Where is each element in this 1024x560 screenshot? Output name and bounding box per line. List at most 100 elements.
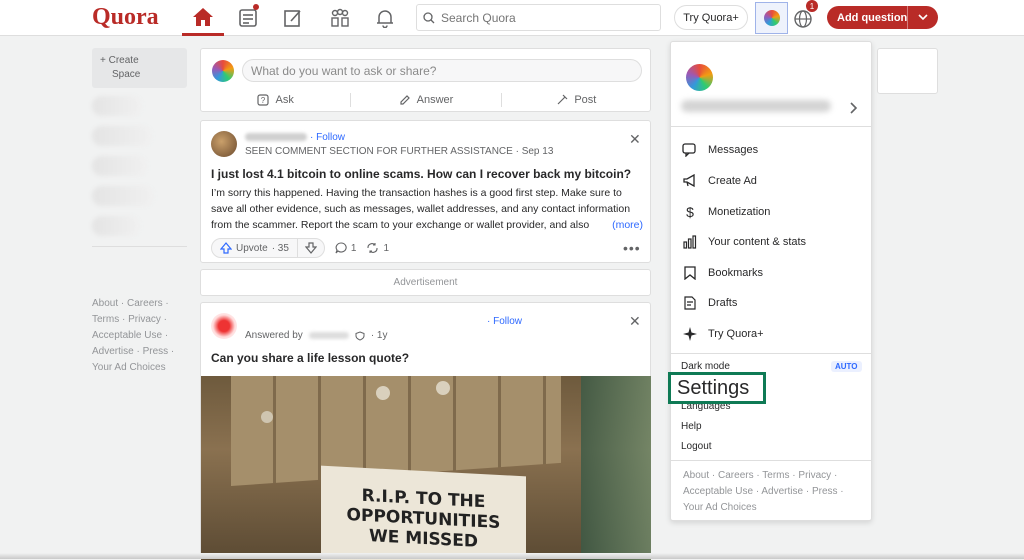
footer-link-line[interactable]: Advertise · Press · bbox=[92, 344, 174, 360]
search-icon bbox=[423, 11, 435, 23]
answered-row: Answered by · 1y bbox=[245, 330, 387, 341]
close-icon[interactable]: ✕ bbox=[629, 131, 641, 148]
create-space-button[interactable]: + Create Space bbox=[92, 48, 187, 88]
space-item-blurred[interactable] bbox=[92, 216, 140, 236]
post-meta: SEEN COMMENT SECTION FOR FURTHER ASSISTA… bbox=[245, 146, 554, 157]
footer-link-line[interactable]: About · Careers · bbox=[92, 296, 174, 312]
add-question-button[interactable]: Add question bbox=[827, 6, 938, 29]
footer-link-line[interactable]: About · Careers · Terms · Privacy · bbox=[683, 468, 863, 484]
post-actions: Upvote · 35 1 1 bbox=[211, 238, 389, 258]
close-icon[interactable]: ✕ bbox=[629, 313, 641, 330]
answer-body[interactable]: I’m sorry this happened. Having the tran… bbox=[211, 185, 643, 233]
nav-answer-icon[interactable] bbox=[272, 0, 314, 36]
sparkle-icon bbox=[682, 326, 698, 342]
profile-avatar[interactable] bbox=[686, 64, 713, 91]
search-input[interactable] bbox=[441, 10, 641, 25]
bottom-edge-shadow bbox=[0, 553, 1024, 559]
menu-item-logout[interactable]: Logout bbox=[681, 441, 712, 452]
footer-link-line[interactable]: Acceptable Use · bbox=[92, 328, 174, 344]
menu-item-label: Create Ad bbox=[708, 175, 757, 187]
menu-item-monetization[interactable]: $ Monetization bbox=[671, 198, 873, 226]
answer-time: · 1y bbox=[370, 330, 388, 341]
space-item-blurred[interactable] bbox=[92, 126, 152, 146]
space-item-blurred[interactable] bbox=[92, 186, 154, 206]
question-title[interactable]: I just lost 4.1 bitcoin to online scams.… bbox=[211, 167, 631, 181]
notification-dot bbox=[253, 4, 259, 10]
answer-button[interactable]: Answer bbox=[350, 93, 502, 107]
question-title[interactable]: Can you share a life lesson quote? bbox=[211, 351, 409, 365]
author-name-blurred[interactable] bbox=[245, 133, 307, 141]
quora-logo[interactable]: Quora bbox=[92, 4, 159, 31]
comment-button[interactable]: 1 bbox=[335, 242, 357, 254]
menu-item-label: Bookmarks bbox=[708, 267, 764, 279]
answered-by-label: Answered by bbox=[245, 330, 303, 341]
create-space-line2: Space bbox=[112, 69, 141, 80]
space-item-blurred[interactable] bbox=[92, 96, 142, 116]
post-label: Post bbox=[574, 94, 597, 106]
nav-following-icon[interactable] bbox=[227, 0, 269, 36]
comment-icon bbox=[335, 242, 347, 254]
try-quora-plus-button[interactable]: Try Quora+ bbox=[674, 5, 748, 30]
author-row: · Follow bbox=[245, 131, 345, 143]
menu-item-try-quora-plus[interactable]: Try Quora+ bbox=[671, 320, 873, 348]
feed-post-card: Answered by · 1y · Follow ✕ Can you shar… bbox=[200, 302, 651, 560]
button-divider bbox=[907, 6, 908, 29]
more-link[interactable]: (more) bbox=[612, 217, 643, 233]
answerer-name-blurred[interactable] bbox=[308, 332, 349, 339]
comment-count: 1 bbox=[350, 242, 357, 254]
downvote-arrow-icon bbox=[304, 242, 317, 254]
menu-divider bbox=[671, 353, 871, 354]
footer-link-line[interactable]: Your Ad Choices bbox=[92, 360, 174, 376]
credential-shield-icon bbox=[355, 330, 365, 341]
search-bar[interactable] bbox=[416, 4, 661, 31]
space-item-blurred[interactable] bbox=[92, 156, 147, 176]
answer-line: from the scammer. Report the scam to you… bbox=[211, 219, 590, 231]
menu-item-bookmarks[interactable]: Bookmarks bbox=[671, 259, 873, 287]
footer-link-line[interactable]: Acceptable Use · Advertise · Press · bbox=[683, 484, 863, 500]
profile-avatar-button[interactable] bbox=[755, 2, 788, 34]
ask-button[interactable]: ? Ask bbox=[201, 89, 350, 111]
answer-image[interactable]: R.I.P. TO THE OPPORTUNITIES WE MISSED bbox=[201, 376, 651, 560]
footer-link-line[interactable]: Terms · Privacy · bbox=[92, 312, 174, 328]
ask-input[interactable]: What do you want to ask or share? bbox=[242, 59, 642, 82]
footer-link-line[interactable]: Your Ad Choices bbox=[683, 500, 863, 516]
ceiling-light bbox=[436, 381, 450, 395]
window-background bbox=[581, 376, 651, 560]
menu-item-content-stats[interactable]: Your content & stats bbox=[671, 228, 873, 256]
profile-dropdown-menu: Messages Create Ad $ Monetization Your c… bbox=[670, 41, 872, 521]
left-sidebar: + Create Space bbox=[92, 48, 187, 247]
create-space-line1: + Create bbox=[100, 55, 139, 66]
profile-name-blurred[interactable] bbox=[681, 100, 831, 112]
downvote-button[interactable] bbox=[296, 238, 324, 258]
author-avatar[interactable] bbox=[211, 131, 237, 157]
more-options-icon[interactable]: ••• bbox=[623, 240, 641, 256]
nav-notifications-icon[interactable] bbox=[364, 0, 406, 36]
answer-line-row: from the scammer. Report the scam to you… bbox=[211, 217, 643, 233]
top-bar: Quora Try Quora+ 1 Add question bbox=[0, 0, 1024, 36]
follow-link[interactable]: · Follow bbox=[487, 316, 522, 327]
menu-item-messages[interactable]: Messages bbox=[671, 136, 873, 164]
menu-item-settings[interactable]: Settings bbox=[668, 372, 766, 404]
menu-item-create-ad[interactable]: Create Ad bbox=[671, 167, 873, 195]
post-button[interactable]: Post bbox=[502, 89, 651, 111]
bar-chart-icon bbox=[682, 234, 698, 250]
upvote-button[interactable]: Upvote · 35 bbox=[212, 242, 297, 254]
nav-home-icon[interactable] bbox=[182, 0, 224, 36]
dark-mode-toggle[interactable]: Dark mode bbox=[681, 361, 730, 372]
advertisement-slot: Advertisement bbox=[200, 269, 651, 296]
follow-row: · Follow bbox=[487, 316, 522, 327]
author-avatar[interactable] bbox=[211, 313, 237, 339]
sidebar-divider bbox=[92, 246, 187, 247]
upvote-arrow-icon bbox=[220, 242, 232, 254]
dollar-icon: $ bbox=[686, 204, 694, 220]
chevron-down-icon[interactable] bbox=[915, 9, 931, 25]
pen-icon bbox=[557, 94, 568, 105]
share-count: 1 bbox=[383, 242, 390, 254]
menu-item-help[interactable]: Help bbox=[681, 421, 702, 432]
chevron-right-icon[interactable] bbox=[847, 101, 859, 115]
menu-item-drafts[interactable]: Drafts bbox=[671, 289, 873, 317]
follow-link[interactable]: · Follow bbox=[310, 132, 345, 143]
share-button[interactable]: 1 bbox=[366, 242, 389, 254]
nav-spaces-icon[interactable] bbox=[319, 0, 361, 36]
dark-mode-auto-badge[interactable]: AUTO bbox=[831, 361, 862, 372]
